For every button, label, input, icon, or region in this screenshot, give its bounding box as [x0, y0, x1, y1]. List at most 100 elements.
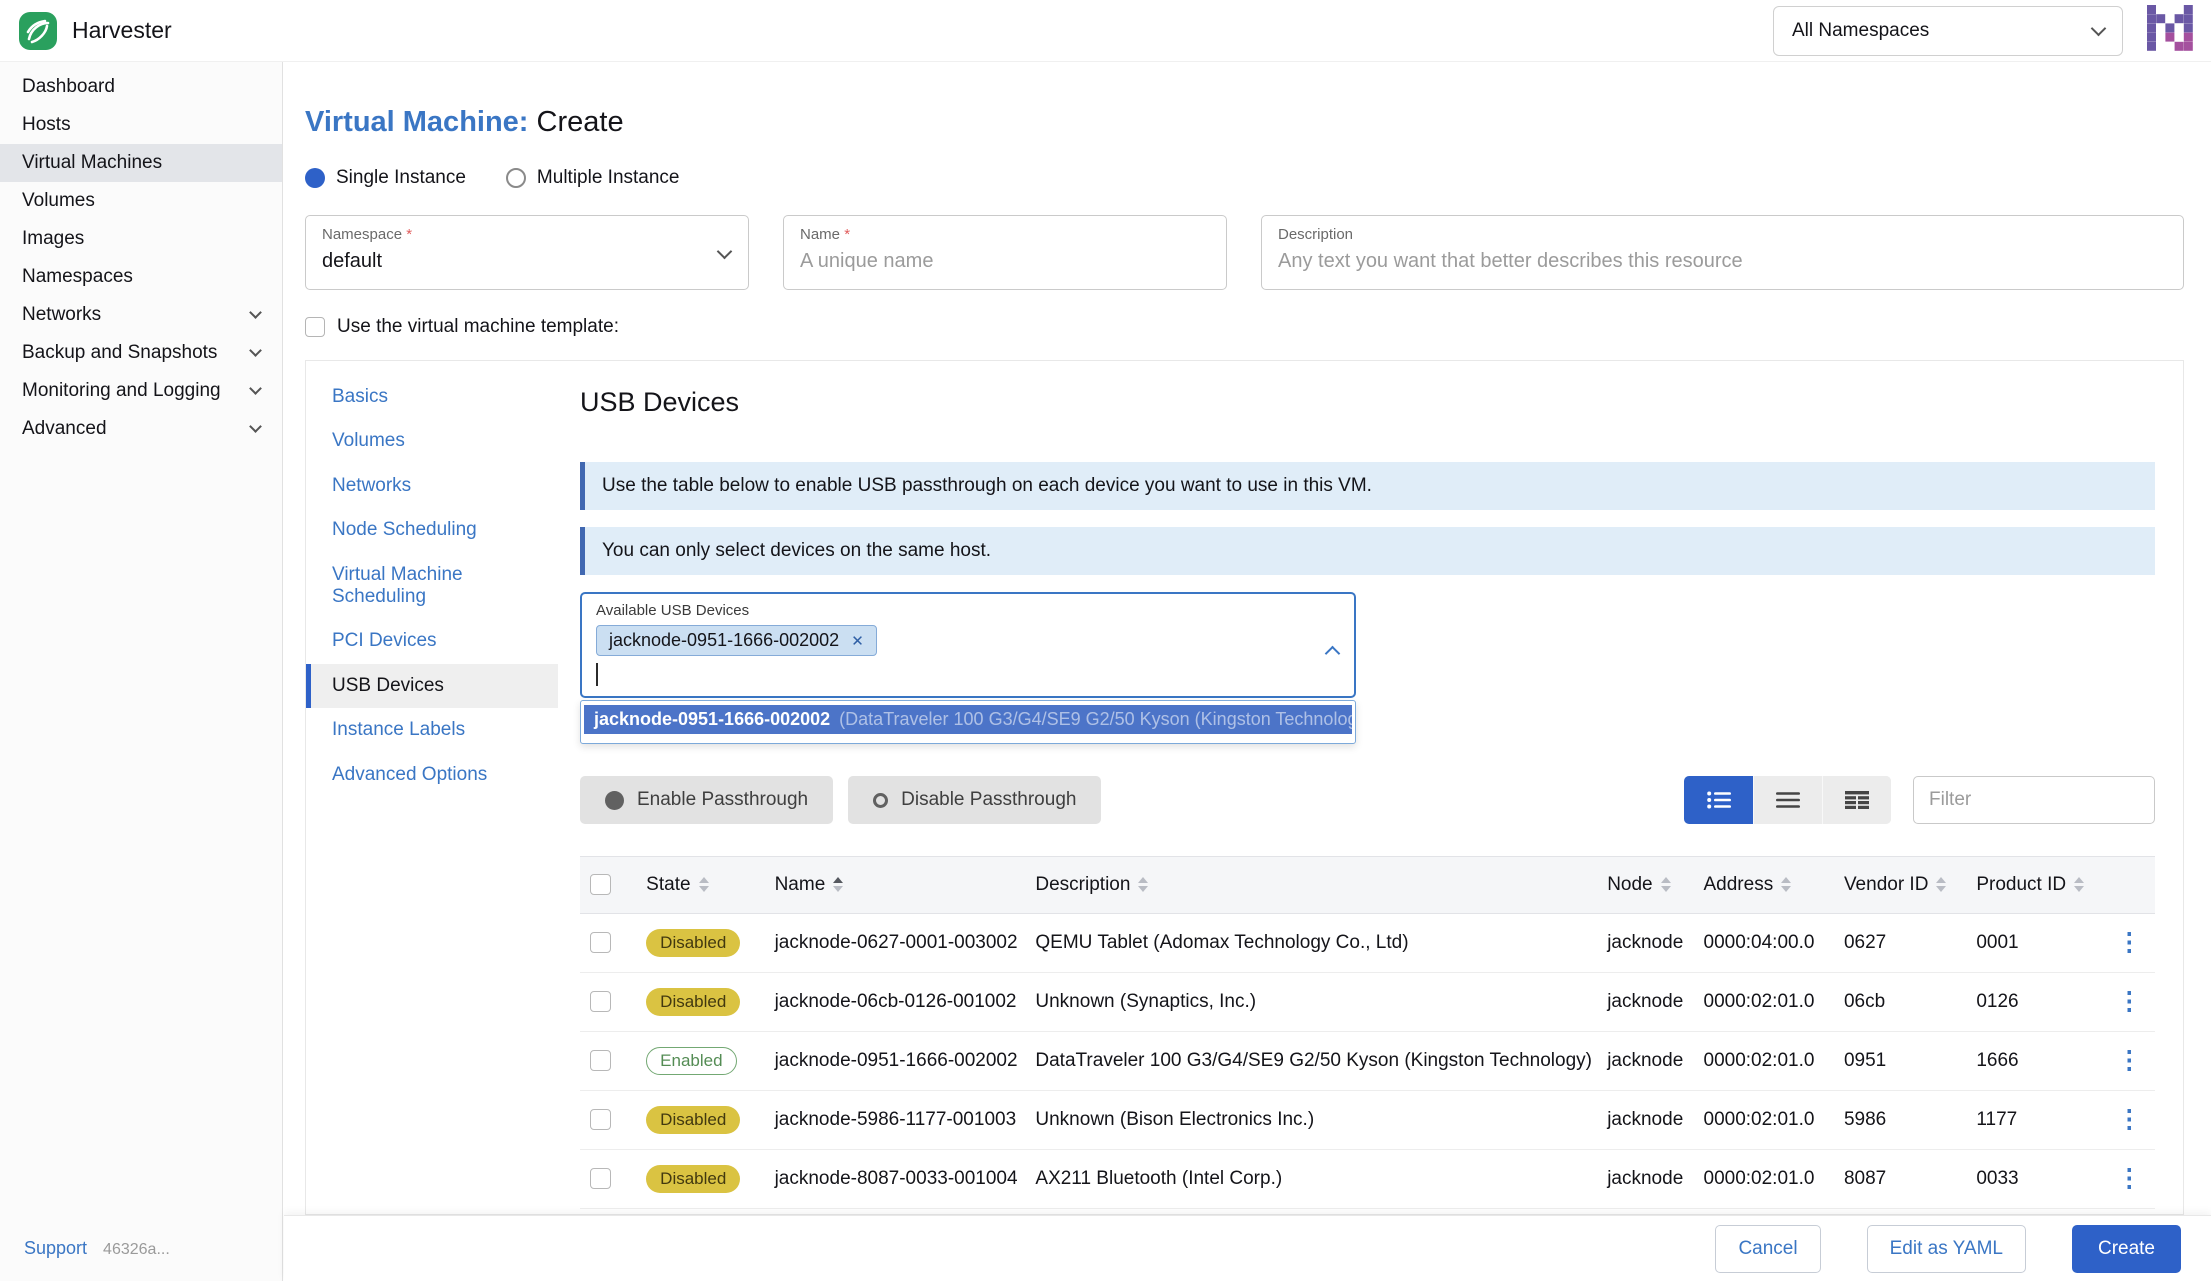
sidebar-item-images[interactable]: Images	[0, 220, 282, 258]
row-checkbox[interactable]	[590, 991, 611, 1013]
table-row[interactable]: Disabled jacknode-5986-1177-001003 Unkno…	[580, 1090, 2155, 1150]
sidebar-item-label: Images	[22, 228, 85, 249]
row-actions-button[interactable]: ⋮	[2117, 928, 2142, 956]
row-actions-button[interactable]: ⋮	[2117, 987, 2142, 1015]
cell-address: 0000:02:01.0	[1693, 1149, 1834, 1209]
page-title-prefix: Virtual Machine:	[305, 106, 529, 138]
panel-heading: USB Devices	[580, 387, 740, 417]
tab-basics[interactable]: Basics	[306, 375, 558, 419]
brand[interactable]: Harvester	[18, 11, 172, 51]
column-header-vendor-id[interactable]: Vendor ID	[1833, 856, 1967, 914]
cancel-button[interactable]: Cancel	[1715, 1224, 1821, 1273]
outline-circle-icon	[873, 792, 889, 808]
row-actions-button[interactable]: ⋮	[2117, 1105, 2142, 1133]
instance-mode-radios: Single Instance Multiple Instance	[305, 167, 2184, 189]
tab-instance-labels[interactable]: Instance Labels	[306, 708, 558, 752]
sidebar-item-virtual-machines[interactable]: Virtual Machines	[0, 144, 282, 182]
table-row[interactable]: Disabled jacknode-0627-0001-003002 QEMU …	[580, 913, 2155, 973]
disable-passthrough-button[interactable]: Disable Passthrough	[848, 776, 1102, 824]
column-header-product-id[interactable]: Product ID	[1966, 856, 2107, 914]
required-asterisk: *	[406, 226, 413, 243]
topbar-right: All Namespaces	[1773, 5, 2193, 56]
column-header-name[interactable]: Name	[764, 856, 1026, 914]
row-checkbox[interactable]	[590, 1168, 611, 1190]
description-input[interactable]	[1278, 250, 2123, 273]
create-button[interactable]: Create	[2071, 1224, 2181, 1273]
sidebar-item-volumes[interactable]: Volumes	[0, 182, 282, 220]
top-header: Harvester All Namespaces	[0, 0, 2211, 62]
edit-as-yaml-button[interactable]: Edit as YAML	[1866, 1224, 2026, 1273]
column-header-state[interactable]: State	[636, 856, 765, 914]
sidebar-item-monitoring-and-logging[interactable]: Monitoring and Logging	[0, 372, 282, 410]
row-checkbox[interactable]	[590, 932, 611, 954]
select-all-checkbox[interactable]	[590, 874, 611, 896]
name-field[interactable]: Name *	[783, 215, 1227, 290]
row-actions-button[interactable]: ⋮	[2117, 1046, 2142, 1074]
single-instance-radio[interactable]: Single Instance	[305, 167, 466, 189]
table-row[interactable]: Enabled jacknode-0951-1666-002002 DataTr…	[580, 1031, 2155, 1091]
sidebar-item-label: Hosts	[22, 114, 71, 135]
sidebar-item-hosts[interactable]: Hosts	[0, 106, 282, 144]
action-footer: Cancel Edit as YAML Create	[284, 1215, 2211, 1281]
support-link[interactable]: Support	[24, 1238, 87, 1259]
grouped-list-view-button[interactable]	[1684, 776, 1753, 824]
cell-description: AX211 Bluetooth (Intel Corp.)	[1025, 1149, 1598, 1209]
tab-networks[interactable]: Networks	[306, 464, 558, 508]
cell-name: jacknode-06cb-0126-001002	[764, 972, 1026, 1032]
enable-passthrough-button[interactable]: Enable Passthrough	[580, 776, 834, 824]
name-input[interactable]	[800, 250, 1190, 273]
table-row[interactable]: Disabled jacknode-06cb-0126-001002 Unkno…	[580, 972, 2155, 1032]
namespace-filter-select[interactable]: All Namespaces	[1773, 5, 2123, 56]
filter-input[interactable]	[1913, 776, 2155, 824]
tab-volumes[interactable]: Volumes	[306, 419, 558, 463]
sidebar-item-dashboard[interactable]: Dashboard	[0, 68, 282, 106]
sidebar-item-backup-and-snapshots[interactable]: Backup and Snapshots	[0, 334, 282, 372]
tab-column: Basics Volumes Networks Node Scheduling …	[306, 361, 558, 1214]
sidebar-item-networks[interactable]: Networks	[0, 296, 282, 334]
tab-vm-scheduling[interactable]: Virtual Machine Scheduling	[306, 553, 558, 620]
selected-device-tag: jacknode-0951-1666-002002 ✕	[596, 625, 877, 656]
radio-unselected-icon	[505, 168, 526, 188]
sidebar-item-namespaces[interactable]: Namespaces	[0, 258, 282, 296]
flat-list-view-button[interactable]	[1753, 776, 1822, 824]
cell-vendor-id: 06cb	[1833, 972, 1967, 1032]
column-header-address[interactable]: Address	[1693, 856, 1834, 914]
dropdown-option[interactable]: jacknode-0951-1666-002002 (DataTraveler …	[584, 705, 1352, 734]
description-field[interactable]: Description	[1261, 215, 2184, 290]
option-description: (DataTraveler 100 G3/G4/SE9 G2/50 Kyson …	[839, 709, 1352, 729]
rancher-pixel-logo-icon[interactable]	[2147, 5, 2193, 56]
cell-node: jacknode	[1597, 972, 1694, 1032]
tab-pci-devices[interactable]: PCI Devices	[306, 619, 558, 663]
tab-node-scheduling[interactable]: Node Scheduling	[306, 508, 558, 552]
sidebar-item-label: Networks	[22, 304, 102, 325]
description-label: Description	[1278, 226, 1354, 243]
status-badge: Disabled	[646, 929, 741, 957]
chevron-up-icon[interactable]	[1324, 645, 1341, 662]
use-template-checkbox[interactable]	[305, 317, 325, 337]
column-header-node[interactable]: Node	[1597, 856, 1694, 914]
sidebar-item-advanced[interactable]: Advanced	[0, 410, 282, 448]
chevron-down-icon	[249, 420, 262, 433]
namespace-select[interactable]: Namespace * default	[305, 215, 749, 290]
usb-device-combobox: Available USB Devices jacknode-0951-1666…	[580, 592, 1356, 744]
cell-description: Unknown (Synaptics, Inc.)	[1025, 972, 1598, 1032]
usb-device-input[interactable]: Available USB Devices jacknode-0951-1666…	[580, 592, 1356, 698]
chevron-down-icon	[249, 382, 262, 395]
remove-tag-icon[interactable]: ✕	[851, 632, 864, 650]
radio-selected-icon	[305, 168, 325, 188]
app-name: Harvester	[72, 17, 172, 43]
row-checkbox[interactable]	[590, 1050, 611, 1072]
table-row[interactable]: Disabled jacknode-8087-0033-001004 AX211…	[580, 1149, 2155, 1209]
cell-description: QEMU Tablet (Adomax Technology Co., Ltd)	[1025, 913, 1598, 973]
sort-icon	[1138, 877, 1149, 893]
multiple-instance-radio[interactable]: Multiple Instance	[505, 167, 680, 189]
table-view-button[interactable]	[1822, 776, 1891, 824]
row-checkbox[interactable]	[590, 1109, 611, 1131]
sort-icon	[2074, 877, 2085, 893]
cell-node: jacknode	[1597, 1149, 1694, 1209]
column-header-description[interactable]: Description	[1025, 856, 1598, 914]
tab-advanced-options[interactable]: Advanced Options	[306, 753, 558, 797]
row-actions-button[interactable]: ⋮	[2117, 1164, 2142, 1192]
tab-usb-devices[interactable]: USB Devices	[306, 663, 558, 709]
namespace-filter-value: All Namespaces	[1792, 19, 1930, 41]
